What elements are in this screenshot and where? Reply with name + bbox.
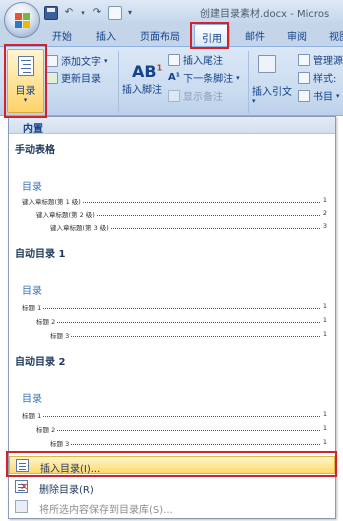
insert-toc-icon <box>16 459 29 472</box>
chevron-down-icon: ▾ <box>236 73 240 82</box>
list-item: 标题 1 1 <box>22 302 327 312</box>
group-separator <box>118 51 119 113</box>
list-item: 标题 1 1 <box>22 410 327 420</box>
remove-toc-icon <box>15 480 28 493</box>
undo-icon[interactable]: ↶ <box>62 6 76 20</box>
manage-sources-button[interactable]: 管理源 <box>298 52 343 67</box>
section-title: 手动表格 <box>15 145 55 156</box>
tab-view[interactable]: 视图 <box>329 28 343 43</box>
gallery-section-auto-2: 自动目录 2 目录 标题 1 1 标题 2 1 标题 3 1 <box>9 349 335 449</box>
tab-mailings[interactable]: 邮件 <box>245 28 265 43</box>
update-toc-label: 更新目录 <box>61 74 101 85</box>
chevron-down-icon: ▾ <box>23 96 28 104</box>
list-item: 标题 3 1 <box>50 330 327 340</box>
list-item: 标题 3 1 <box>50 438 327 448</box>
save-icon[interactable] <box>44 5 58 20</box>
style-dropdown[interactable]: 样式: <box>298 70 336 85</box>
update-table-icon <box>46 71 58 84</box>
menu-separator <box>9 451 335 452</box>
chevron-down-icon: ▾ <box>252 97 256 105</box>
insert-footnote-button[interactable]: AB1 <box>132 62 162 81</box>
preview-heading: 目录 <box>22 394 42 405</box>
ribbon: 添加文字 ▾ 更新目录 插入脚注 插入尾注 A¹ 下一条脚注 ▾ 显示备注 插入… <box>0 46 343 116</box>
list-item: 标题 2 1 <box>36 316 327 326</box>
tab-home[interactable]: 开始 <box>52 28 72 43</box>
insert-citation-label: 插入引文 <box>252 87 292 98</box>
add-text-label: 添加文字 <box>61 57 101 68</box>
bibliography-icon <box>298 89 310 102</box>
insert-citation-button[interactable]: 插入引文 <box>252 83 292 98</box>
insert-footnote-label-wrap[interactable]: 插入脚注 <box>122 81 162 96</box>
list-item: 键入章标题(第 2 级) 2 <box>36 209 327 219</box>
tab-insert[interactable]: 插入 <box>96 28 116 43</box>
toc-preview-auto-2[interactable]: 目录 标题 1 1 标题 2 1 标题 3 1 <box>13 373 331 449</box>
office-button[interactable] <box>4 2 40 38</box>
update-toc-button[interactable]: 更新目录 <box>46 70 101 85</box>
tab-page-layout[interactable]: 页面布局 <box>140 28 180 43</box>
remove-toc-label: 删除目录(R) <box>39 485 94 496</box>
group-separator <box>248 51 249 113</box>
window-title: 创建目录素材.docx - Micros <box>200 9 330 20</box>
list-item: 键入章标题(第 1 级) 1 <box>22 196 327 206</box>
insert-citation-icon <box>258 53 284 75</box>
preview-heading: 目录 <box>22 182 42 193</box>
style-label: 样式: <box>313 74 337 85</box>
toc-preview-auto-1[interactable]: 目录 标题 1 1 标题 2 1 标题 3 1 <box>13 265 331 345</box>
next-footnote-button[interactable]: A¹ 下一条脚注 ▾ <box>168 70 240 85</box>
next-footnote-label: 下一条脚注 <box>183 74 234 85</box>
title-bar: ↶ ▾ ↷ ▾ 创建目录素材.docx - Micros <box>0 0 343 24</box>
gallery-section-auto-1: 自动目录 1 目录 标题 1 1 标题 2 1 标题 3 1 <box>9 241 335 346</box>
next-footnote-icon: A¹ <box>168 72 181 83</box>
manage-sources-icon <box>298 53 310 66</box>
show-notes-icon <box>168 89 180 102</box>
toc-preview-manual[interactable]: 目录 键入章标题(第 1 级) 1 键入章标题(第 2 级) 2 键入章标题(第… <box>13 161 331 235</box>
show-notes-label: 显示备注 <box>183 92 223 103</box>
toc-button-label: 目录 <box>15 86 36 97</box>
manage-sources-label: 管理源 <box>313 56 343 67</box>
table-of-contents-icon <box>18 56 34 76</box>
footnote-ab-icon: AB <box>132 62 157 81</box>
insert-endnote-button[interactable]: 插入尾注 <box>168 52 223 67</box>
gallery-section-manual: 手动表格 目录 键入章标题(第 1 级) 1 键入章标题(第 2 级) 2 键入… <box>9 137 335 237</box>
quick-access-toolbar: ↶ ▾ ↷ ▾ <box>44 5 134 20</box>
add-text-button[interactable]: 添加文字 ▾ <box>46 53 108 68</box>
quick-print-icon[interactable] <box>108 5 122 20</box>
remove-toc-menu-item[interactable]: 删除目录(R) <box>9 478 335 496</box>
style-icon <box>298 71 310 84</box>
toc-gallery-dropdown: 内置 手动表格 目录 键入章标题(第 1 级) 1 键入章标题(第 2 级) 2… <box>8 116 336 519</box>
show-notes-button[interactable]: 显示备注 <box>168 88 223 103</box>
chevron-down-icon: ▾ <box>336 91 340 100</box>
bibliography-label: 书目 <box>313 92 333 103</box>
list-item: 标题 2 1 <box>36 424 327 434</box>
save-selection-label: 将所选内容保存到目录库(S)... <box>39 505 173 516</box>
insert-toc-label: 插入目录(I)... <box>40 464 101 475</box>
save-to-gallery-icon <box>15 500 28 513</box>
ribbon-tab-row: 开始 插入 页面布局 引用 邮件 审阅 视图 <box>0 24 343 47</box>
office-logo-icon <box>15 13 30 28</box>
add-text-icon <box>46 54 58 67</box>
insert-endnote-label: 插入尾注 <box>183 56 223 67</box>
table-of-contents-button[interactable]: 目录 ▾ <box>7 49 44 113</box>
customize-qat-icon[interactable]: ▾ <box>126 6 134 20</box>
insert-footnote-label: 插入脚注 <box>122 85 162 96</box>
tab-references[interactable]: 引用 <box>194 24 230 47</box>
list-item: 键入章标题(第 3 级) 3 <box>50 222 327 232</box>
tab-review[interactable]: 审阅 <box>287 28 307 43</box>
section-title: 自动目录 2 <box>15 357 66 368</box>
section-title: 自动目录 1 <box>15 249 66 260</box>
dropdown-arrow-icon[interactable]: ▾ <box>80 6 86 20</box>
gallery-header-label: 内置 <box>23 124 43 135</box>
preview-heading: 目录 <box>22 286 42 297</box>
save-selection-menu-item[interactable]: 将所选内容保存到目录库(S)... <box>9 498 335 516</box>
bibliography-button[interactable]: 书目 ▾ <box>298 88 340 103</box>
redo-icon[interactable]: ↷ <box>90 6 104 20</box>
insert-toc-menu-item[interactable]: 插入目录(I)... <box>9 456 335 475</box>
insert-endnote-icon <box>168 53 180 66</box>
chevron-down-icon: ▾ <box>104 56 108 65</box>
gallery-header: 内置 <box>9 117 335 135</box>
footnote-superscript: 1 <box>156 63 163 73</box>
